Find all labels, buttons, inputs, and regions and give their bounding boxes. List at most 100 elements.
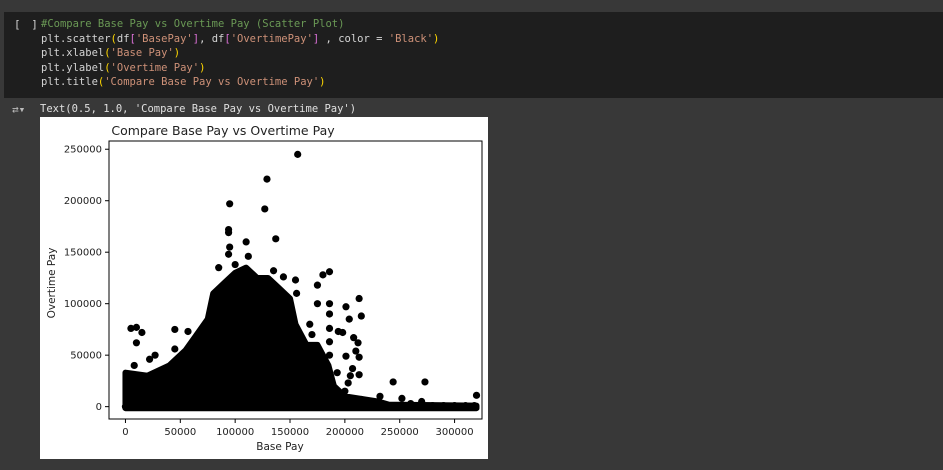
scatter-point [325, 351, 334, 359]
scatter-point [472, 391, 481, 399]
scatter-point [132, 339, 141, 347]
scatter-point [224, 250, 233, 258]
scatter-point [325, 338, 334, 346]
scatter-point [269, 267, 278, 275]
run-cell-button[interactable]: [ ] [14, 18, 40, 31]
x-tick-label: 150000 [271, 427, 309, 438]
code-string: 'BasePay' [135, 32, 193, 45]
scatter-point [398, 394, 406, 403]
scatter-point [151, 351, 159, 359]
scatter-point [231, 260, 239, 269]
y-tick-label: 100000 [64, 299, 102, 310]
scatter-point [226, 200, 234, 208]
scatter-point [418, 397, 426, 406]
y-axis-label: Overtime Pay [46, 248, 58, 319]
scatter-point [407, 399, 415, 408]
x-tick-label: 50000 [164, 427, 196, 438]
code-string: 'OvertimePay' [230, 32, 313, 45]
code-token: plt.title [41, 76, 98, 89]
scatter-point [272, 235, 280, 243]
scatter-point [215, 264, 223, 272]
scatter-point [333, 369, 341, 377]
chart-svg: Compare Base Pay vs Overtime Pay Base Pa… [46, 123, 483, 453]
scatter-point [132, 323, 141, 331]
scatter-point [341, 387, 349, 395]
x-tick-label: 0 [122, 427, 128, 438]
scatter-point [334, 327, 342, 336]
code-cell[interactable]: [ ] #Compare Base Pay vs Overtime Pay (S… [4, 12, 943, 98]
scatter-plot: Compare Base Pay vs Overtime Pay Base Pa… [40, 117, 488, 459]
y-tick-label: 150000 [64, 248, 102, 259]
scatter-point [325, 268, 334, 276]
scatter-point [325, 324, 334, 332]
scatter-point [389, 378, 397, 386]
scatter-point [348, 364, 357, 373]
scatter-point [355, 294, 363, 303]
code-token: df [116, 32, 130, 45]
scatter-point [130, 361, 138, 370]
code-token: plt.xlabel [41, 47, 105, 60]
scatter-point [421, 378, 429, 386]
scatter-point [279, 273, 288, 281]
code-string: 'Black' [388, 32, 434, 45]
y-tick-label: 200000 [64, 196, 102, 207]
scatter-point [122, 372, 131, 380]
scatter-point [138, 328, 146, 337]
scatter-point [355, 371, 363, 379]
scatter-point [352, 347, 360, 355]
scatter-point [121, 403, 130, 411]
scatter-point [306, 320, 314, 328]
scatter-point [244, 252, 252, 260]
x-tick-label: 250000 [381, 427, 419, 438]
scatter-point [261, 205, 269, 213]
scatter-point [319, 271, 327, 279]
scatter-point [308, 330, 316, 339]
y-tick-label: 250000 [64, 145, 102, 156]
code-token: , color = [319, 32, 389, 45]
scatter-point [470, 402, 478, 410]
scatter-point [440, 402, 448, 410]
scatter-point [344, 379, 352, 387]
y-tick-label: 0 [96, 402, 102, 413]
x-tick-label: 100000 [216, 427, 254, 438]
scatter-point [354, 339, 362, 347]
scatter-point [297, 346, 305, 354]
scatter-point [357, 395, 365, 404]
code-string: 'Base Pay' [110, 47, 174, 60]
scatter-point [171, 345, 179, 353]
scatter-point [292, 289, 301, 297]
x-axis-label: Base Pay [256, 441, 303, 453]
scatter-point [263, 175, 271, 183]
output-toggle-icon[interactable]: ⇄▾ [12, 103, 25, 116]
scatter-point [224, 229, 233, 237]
scatter-point [242, 238, 250, 246]
code-string: 'Overtime Pay' [110, 61, 200, 74]
scatter-point [345, 315, 353, 323]
scatter-point [429, 402, 437, 410]
output-text: Text(0.5, 1.0, 'Compare Base Pay vs Over… [40, 103, 357, 115]
scatter-point [313, 300, 322, 308]
code-token: plt.ylabel [41, 61, 105, 74]
scatter-point [346, 372, 354, 380]
scatter-point [294, 150, 302, 158]
code-comment: #Compare Base Pay vs Overtime Pay (Scatt… [41, 18, 345, 30]
x-tick-label: 300000 [435, 427, 473, 438]
scatter-point [171, 325, 179, 334]
scatter-point [291, 276, 300, 284]
x-tick-label: 200000 [326, 427, 364, 438]
scatter-point [461, 402, 470, 410]
code-editor[interactable]: #Compare Base Pay vs Overtime Pay (Scatt… [41, 17, 439, 90]
code-string: 'Compare Base Pay vs Overtime Pay' [104, 76, 320, 89]
code-token: , df [199, 32, 225, 45]
scatter-point [325, 310, 334, 318]
scatter-point [325, 300, 334, 308]
scatter-point [450, 402, 459, 410]
scatter-point [355, 353, 363, 361]
scatter-point [342, 352, 350, 360]
dense-point-cluster [122, 264, 480, 412]
scatter-point [313, 281, 322, 289]
scatter-point [184, 327, 192, 336]
scatter-point [376, 392, 384, 400]
y-tick-label: 50000 [70, 351, 102, 362]
chart-title: Compare Base Pay vs Overtime Pay [111, 123, 335, 138]
